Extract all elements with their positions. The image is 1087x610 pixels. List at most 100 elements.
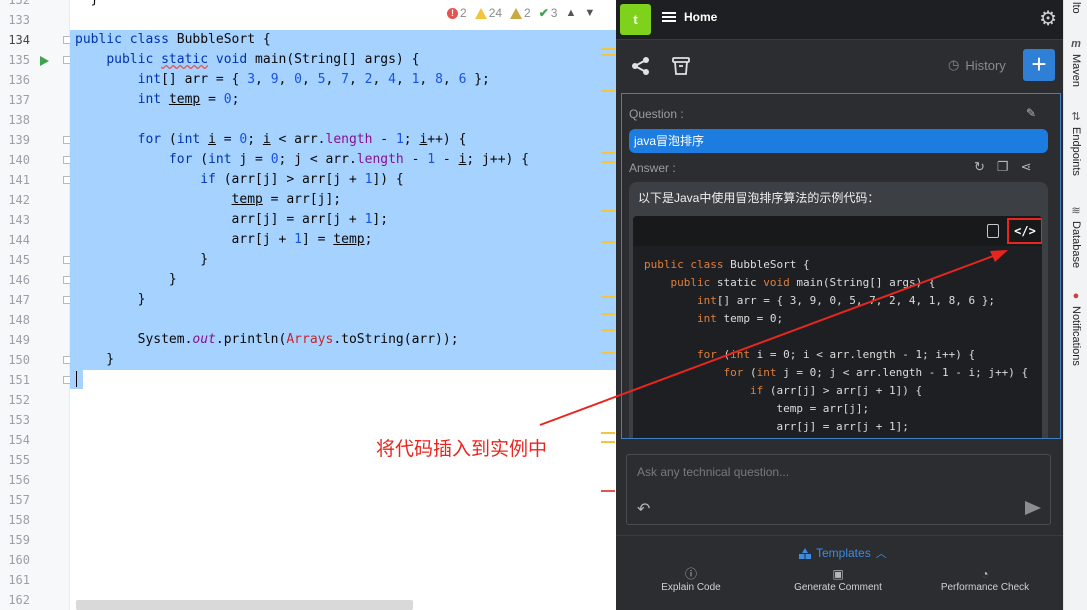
code-line[interactable]: if (arr[j] > arr[j + 1]) {	[70, 170, 616, 190]
code-line[interactable]	[70, 470, 616, 490]
code-line[interactable]: public static void main(String[] args) {	[70, 50, 616, 70]
share-button[interactable]	[630, 55, 652, 77]
plus-icon: +	[1031, 49, 1047, 79]
tool-window-top[interactable]: lto	[1064, 2, 1087, 14]
scroll-marker[interactable]	[601, 329, 615, 331]
run-icon[interactable]	[40, 56, 49, 66]
code-line[interactable]: for (int j = 0; j < arr.length - 1 - i; …	[70, 150, 616, 170]
scroll-marker[interactable]	[601, 313, 615, 315]
code-line[interactable]: arr[j + 1] = temp;	[70, 230, 616, 250]
line-number: 158	[8, 513, 30, 527]
menu-icon	[662, 12, 676, 22]
plugin-logo[interactable]: t	[620, 4, 651, 35]
database-label: Database	[1070, 221, 1082, 269]
regenerate-icon[interactable]: ↻	[974, 159, 985, 175]
scroll-marker[interactable]	[601, 210, 615, 212]
next-highlight-icon[interactable]: ▼	[584, 7, 595, 19]
code-line[interactable]	[70, 110, 616, 130]
code-line[interactable]	[70, 570, 616, 590]
prompt-box[interactable]: ↶	[626, 454, 1051, 525]
code-line[interactable]: System.out.println(Arrays.toString(arr))…	[70, 330, 616, 350]
tool-window-database[interactable]: ≋ Database	[1064, 204, 1087, 268]
share-icon	[632, 57, 649, 75]
edit-pencil-icon[interactable]: ✎	[1026, 106, 1036, 120]
scroll-marker[interactable]	[601, 54, 615, 56]
generate-comment-label: Generate Comment	[794, 582, 882, 593]
annotation-text: 将代码插入到实例中	[376, 438, 548, 460]
scroll-marker[interactable]	[601, 48, 615, 50]
scroll-marker[interactable]	[601, 296, 615, 298]
error-scroll-marker[interactable]	[601, 490, 615, 492]
answer-code-block[interactable]: </> public class BubbleSort { public sta…	[633, 216, 1042, 438]
line-number: 140	[8, 153, 30, 167]
code-editor[interactable]: 132 133 134 135 136 137 138 139 140 141 142 143 144 1…	[0, 0, 616, 610]
tool-window-endpoints[interactable]: ⇅ Endpoints	[1064, 110, 1087, 176]
templates-button[interactable]: Templates ︿	[799, 545, 887, 561]
delete-button[interactable]	[670, 55, 692, 77]
code-area[interactable]: } public class BubbleSort { public static…	[70, 0, 616, 610]
tool-window-notifications[interactable]: ● Notifications	[1064, 290, 1087, 366]
scroll-marker[interactable]	[601, 352, 615, 354]
code-line[interactable]	[70, 550, 616, 570]
gauge-icon: ◔	[981, 567, 989, 581]
previous-highlight-icon[interactable]: ▲	[565, 7, 576, 19]
chat-conversation[interactable]: Question : ✎ java冒泡排序 Answer : ↻ ❐ ⋖ 以下是…	[621, 93, 1061, 439]
settings-gear-icon[interactable]: ⚙	[1039, 8, 1057, 30]
ide-window: 132 133 134 135 136 137 138 139 140 141 142 143 144 1…	[0, 0, 1087, 610]
code-line[interactable]: }	[70, 270, 616, 290]
scroll-marker[interactable]	[601, 441, 615, 443]
code-line[interactable]: arr[j] = arr[j + 1];	[70, 210, 616, 230]
send-icon[interactable]	[1025, 501, 1041, 515]
warning-icon	[474, 7, 487, 19]
insert-code-button[interactable]: </>	[1007, 218, 1042, 244]
line-number: 139	[8, 133, 30, 147]
question-input[interactable]	[637, 465, 1017, 479]
tab-home[interactable]: Home	[662, 10, 717, 24]
code-line[interactable]	[70, 490, 616, 510]
code-line[interactable]: for (int i = 0; i < arr.length - 1; i++)…	[70, 130, 616, 150]
code-line[interactable]	[70, 390, 616, 410]
scroll-marker[interactable]	[601, 90, 615, 92]
code-line[interactable]	[70, 410, 616, 430]
gutter-line: 155	[0, 450, 70, 470]
line-number: 162	[8, 593, 30, 607]
generate-comment-button[interactable]: ▣ Generate Comment	[783, 566, 893, 593]
undo-icon[interactable]: ↶	[637, 499, 650, 519]
code-line[interactable]: }	[70, 250, 616, 270]
history-button[interactable]: ◷ History	[948, 57, 1006, 73]
share-answer-icon[interactable]: ⋖	[1021, 159, 1032, 175]
code-line[interactable]	[70, 510, 616, 530]
ok-count[interactable]: ✔ 3	[539, 6, 558, 20]
code-line[interactable]: int[] arr = { 3, 9, 0, 5, 7, 2, 4, 1, 8,…	[70, 70, 616, 90]
copy-code-icon[interactable]	[987, 224, 999, 238]
new-chat-button[interactable]: +	[1023, 49, 1055, 81]
code-line[interactable]	[70, 530, 616, 550]
copy-answer-icon[interactable]: ❐	[997, 159, 1009, 175]
answer-code-line: public static void main(String[] args) {	[670, 276, 936, 289]
warning-count[interactable]: 24	[474, 6, 502, 20]
gutter-line: 138	[0, 110, 70, 130]
inspection-widget[interactable]: ! 2 24 2 ✔ 3 ▲ ▼	[447, 5, 595, 21]
scroll-marker[interactable]	[601, 241, 615, 243]
scroll-marker[interactable]	[601, 161, 615, 163]
scroll-marker[interactable]	[601, 152, 615, 154]
line-number: 134	[8, 33, 30, 47]
gutter-line: 148	[0, 310, 70, 330]
scroll-marker[interactable]	[601, 432, 615, 434]
code-line[interactable]: }	[70, 370, 616, 390]
panel-footer: Templates ︿ ⓘ Explain Code ▣ Generate Co…	[616, 535, 1063, 610]
code-line[interactable]: }	[70, 350, 616, 370]
tool-window-maven[interactable]: m Maven	[1064, 38, 1087, 87]
line-number: 144	[8, 233, 30, 247]
performance-check-button[interactable]: ◔ Performance Check	[930, 566, 1040, 593]
weak-warning-count[interactable]: 2	[510, 6, 531, 20]
code-line[interactable]: }	[70, 290, 616, 310]
code-line[interactable]	[70, 310, 616, 330]
error-count[interactable]: ! 2	[447, 6, 467, 20]
horizontal-scrollbar[interactable]	[76, 600, 413, 610]
explain-code-button[interactable]: ⓘ Explain Code	[651, 566, 731, 593]
code-line[interactable]: int temp = 0;	[70, 90, 616, 110]
code-line[interactable]: public class BubbleSort {	[70, 30, 616, 50]
performance-check-label: Performance Check	[940, 582, 1030, 593]
code-line[interactable]: temp = arr[j];	[70, 190, 616, 210]
